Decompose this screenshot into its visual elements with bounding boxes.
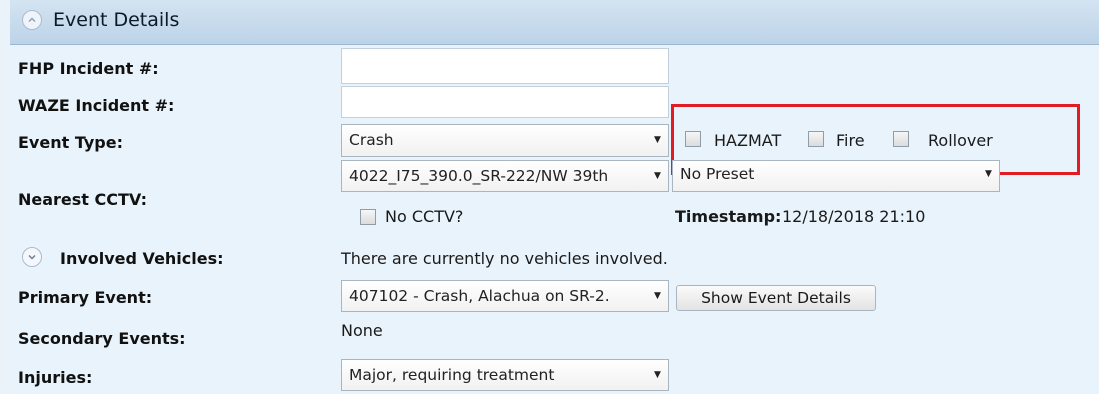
timestamp-label: Timestamp:: [675, 207, 782, 226]
event-type-value: Crash: [349, 131, 394, 149]
collapse-chevron-up-icon[interactable]: [22, 10, 42, 30]
event-type-label: Event Type:: [18, 133, 123, 152]
event-details-panel: Event Details FHP Incident #: WAZE Incid…: [10, 0, 1099, 394]
nearest-cctv-label: Nearest CCTV:: [18, 190, 147, 209]
cctv-camera-value: 4022_I75_390.0_SR-222/NW 39th: [349, 167, 609, 185]
primary-event-select[interactable]: 407102 - Crash, Alachua on SR-2. ▼: [341, 280, 669, 312]
event-type-select[interactable]: Crash ▼: [341, 124, 669, 157]
no-cctv-label[interactable]: No CCTV?: [385, 207, 463, 226]
secondary-events-value: None: [341, 321, 383, 340]
expand-chevron-down-icon[interactable]: [22, 247, 42, 267]
primary-event-value: 407102 - Crash, Alachua on SR-2.: [349, 287, 610, 305]
waze-incident-label: WAZE Incident #:: [18, 96, 175, 115]
panel-title: Event Details: [53, 9, 180, 31]
involved-vehicles-status: There are currently no vehicles involved…: [341, 249, 668, 268]
caret-down-icon: ▼: [654, 370, 661, 380]
waze-incident-input[interactable]: [341, 86, 669, 118]
secondary-events-label: Secondary Events:: [18, 329, 186, 348]
injuries-value: Major, requiring treatment: [349, 366, 555, 384]
caret-down-icon: ▼: [654, 135, 661, 145]
injuries-label: Injuries:: [18, 368, 93, 387]
caret-down-icon: ▼: [654, 291, 661, 301]
no-cctv-checkbox[interactable]: [360, 209, 376, 225]
fhp-incident-label: FHP Incident #:: [18, 59, 159, 78]
caret-down-icon: ▼: [654, 171, 661, 181]
fhp-incident-input[interactable]: [341, 48, 669, 84]
timestamp-value: 12/18/2018 21:10: [782, 207, 926, 226]
cctv-preset-select[interactable]: No Preset ▼: [672, 160, 1000, 192]
cctv-camera-select[interactable]: 4022_I75_390.0_SR-222/NW 39th ▼: [341, 160, 669, 192]
show-event-details-button[interactable]: Show Event Details: [676, 285, 876, 311]
caret-down-icon: ▼: [985, 169, 992, 179]
event-details-header[interactable]: Event Details: [10, 0, 1099, 45]
cctv-preset-value: No Preset: [680, 165, 755, 183]
injuries-select[interactable]: Major, requiring treatment ▼: [341, 359, 669, 391]
primary-event-label: Primary Event:: [18, 288, 153, 307]
involved-vehicles-label: Involved Vehicles:: [60, 249, 224, 268]
